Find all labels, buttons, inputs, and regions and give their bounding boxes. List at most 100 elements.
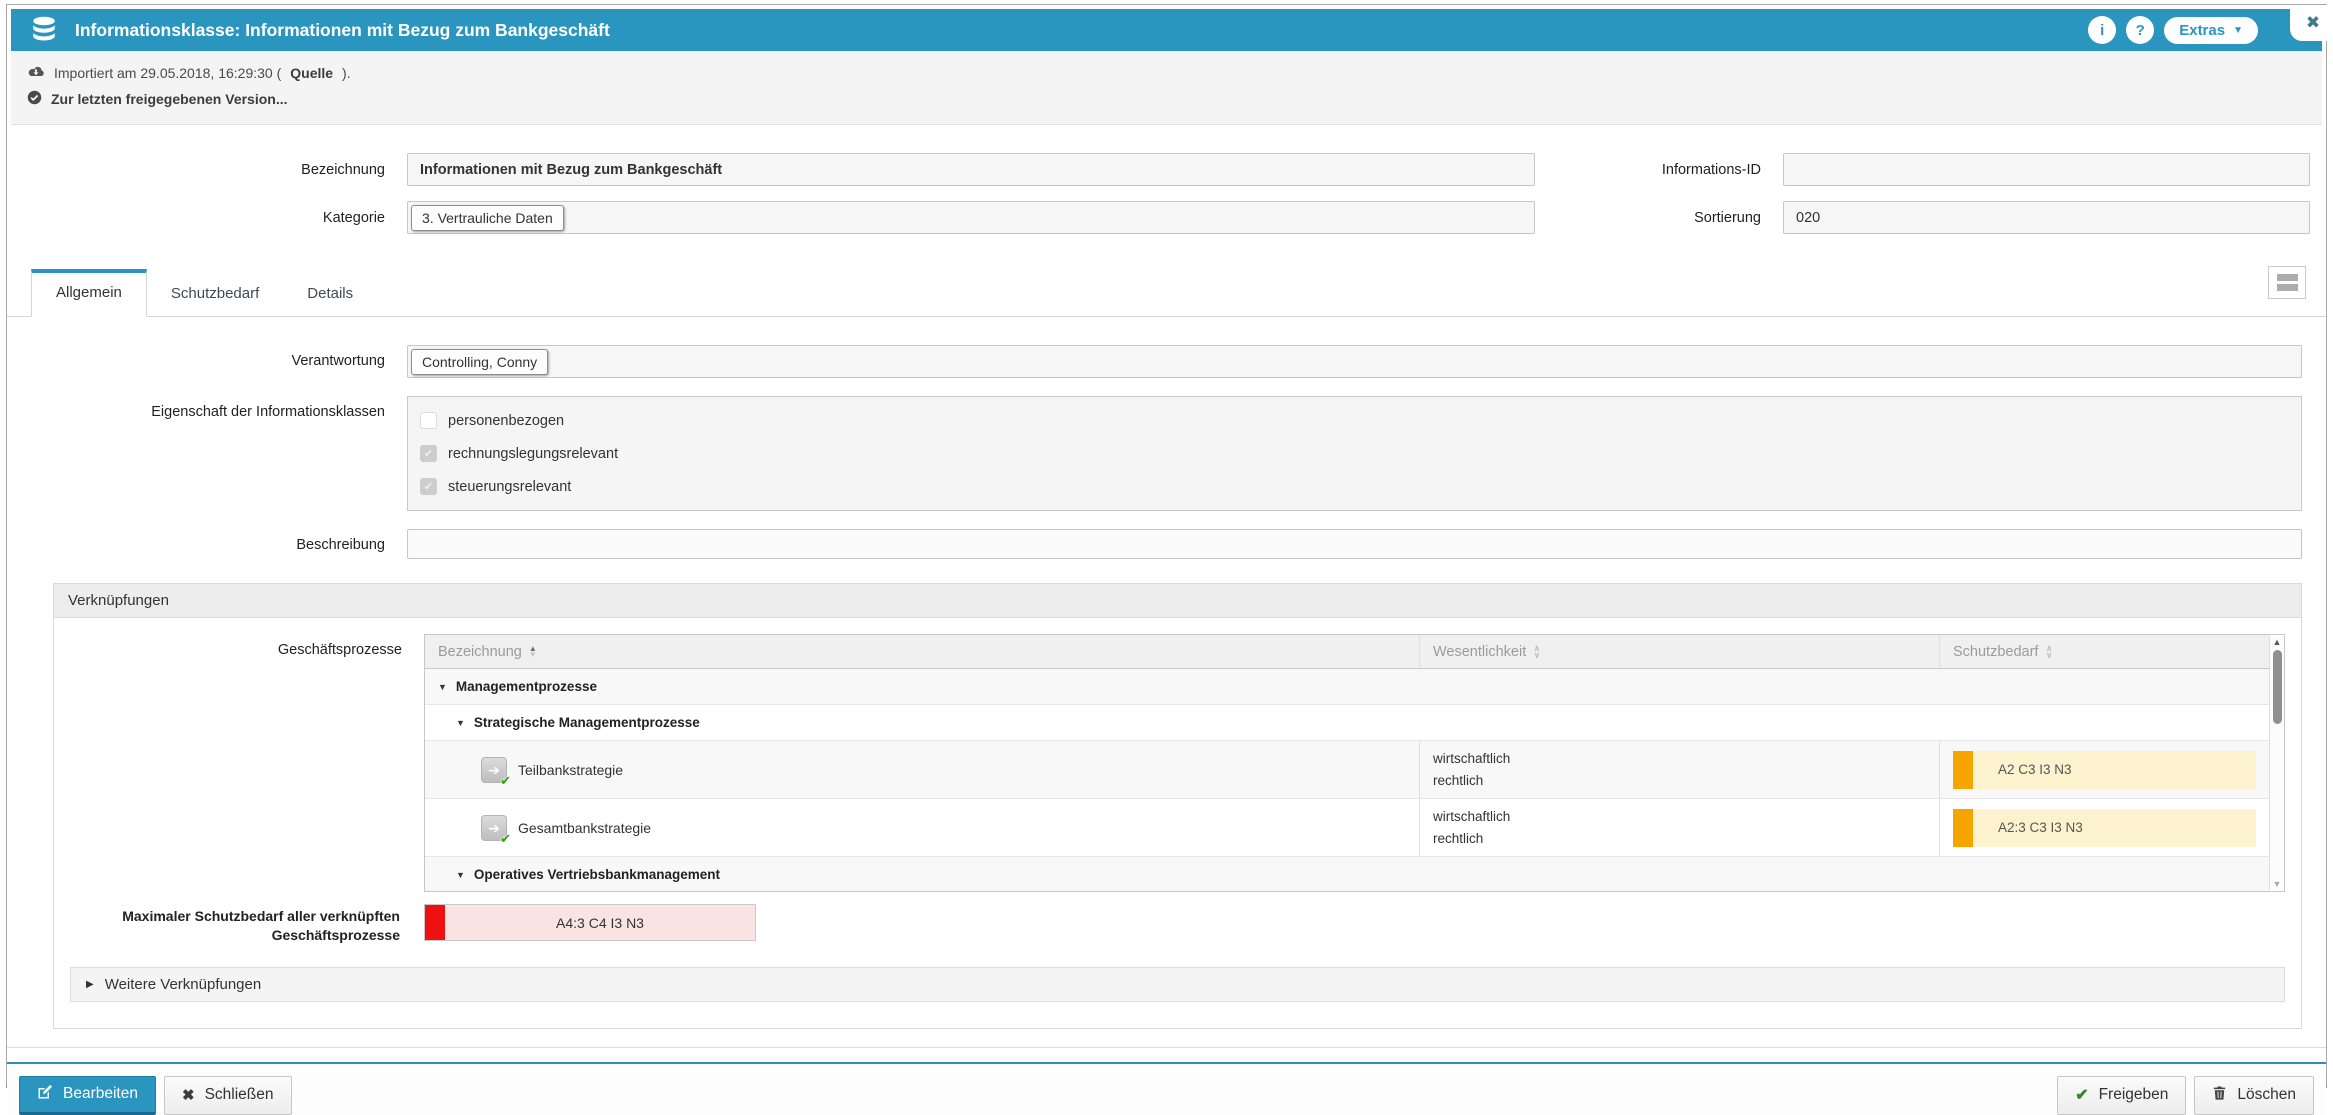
- tree-item-row[interactable]: ➔✔ Gesamtbankstrategie wirtschaftlichrecht…: [425, 799, 2269, 857]
- title-bar: Informationsklasse: Informationen mit Be…: [11, 9, 2322, 51]
- version-link[interactable]: Zur letzten freigegebenen Version...: [51, 91, 288, 107]
- loeschen-button[interactable]: Löschen: [2194, 1076, 2314, 1115]
- cloud-import-icon: [27, 64, 45, 82]
- collapse-caret-icon[interactable]: ▼: [456, 870, 465, 880]
- max-schutzbedarf-value: A4:3 C4 I3 N3: [445, 905, 755, 940]
- beschreibung-label: Beschreibung: [7, 529, 407, 553]
- process-icon: ➔✔: [481, 815, 507, 841]
- kategorie-chip[interactable]: 3. Vertrauliche Daten: [411, 205, 564, 231]
- tree-group-row[interactable]: ▼ Managementprozesse: [425, 669, 2269, 705]
- verknuepfungen-panel: Verknüpfungen Geschäftsprozesse Bezeichn…: [53, 583, 2302, 1029]
- arrow-right-icon: ➔: [488, 821, 500, 835]
- process-table: Bezeichnung ▲▼ Wesentlichkeit ∧∨ Schutzb…: [424, 634, 2285, 892]
- collapse-caret-icon[interactable]: ▼: [456, 718, 465, 728]
- view-toggle-button[interactable]: [2268, 266, 2306, 299]
- verantwortung-label: Verantwortung: [7, 345, 407, 369]
- edit-icon: [37, 1084, 53, 1105]
- checkbox-label: steuerungsrelevant: [448, 479, 571, 495]
- tab-bar: Allgemein Schutzbedarf Details: [7, 262, 2326, 317]
- column-header-bezeichnung[interactable]: Bezeichnung ▲▼: [425, 635, 1419, 668]
- collapse-caret-icon[interactable]: ▼: [438, 682, 447, 692]
- check-icon: ✔: [2075, 1085, 2088, 1105]
- bezeichnung-field[interactable]: Informationen mit Bezug zum Bankgeschäft: [407, 153, 1535, 186]
- collapsed-caret-icon: ▶: [86, 979, 94, 990]
- checkbox[interactable]: [420, 412, 437, 429]
- checkbox-option[interactable]: ✔ rechnungslegungsrelevant: [420, 437, 2289, 470]
- tab-details[interactable]: Details: [283, 271, 377, 316]
- geschaeftsprozesse-label: Geschäftsprozesse: [70, 634, 424, 892]
- tab-allgemein[interactable]: Allgemein: [31, 269, 147, 317]
- version-link-line: Zur letzten freigegebenen Version...: [27, 86, 2306, 112]
- wesentlichkeit-cell: wirtschaftlichrechtlich: [1419, 741, 1939, 798]
- checkbox-option[interactable]: ✔ steuerungsrelevant: [420, 470, 2289, 503]
- kategorie-label: Kategorie: [7, 210, 407, 226]
- severity-level-block: [425, 905, 445, 940]
- info-button[interactable]: i: [2088, 16, 2116, 44]
- approved-check-icon: ✔: [500, 773, 511, 789]
- freigeben-button[interactable]: ✔ Freigeben: [2057, 1076, 2186, 1115]
- max-schutzbedarf-badge: A4:3 C4 I3 N3: [424, 904, 756, 941]
- column-header-wesentlichkeit[interactable]: Wesentlichkeit ∧∨: [1419, 635, 1939, 668]
- sortierung-label: Sortierung: [1535, 210, 1783, 226]
- sortierung-field[interactable]: 020: [1783, 201, 2310, 234]
- process-table-rows: ▼ Managementprozesse ▼ Strategische Managem…: [425, 669, 2269, 892]
- process-label[interactable]: Gesamtbankstrategie: [518, 820, 651, 836]
- process-icon: ➔✔: [481, 757, 507, 783]
- verantwortung-field[interactable]: Controlling, Conny: [407, 345, 2302, 378]
- bearbeiten-button[interactable]: Bearbeiten: [19, 1076, 156, 1115]
- check-circle-icon: [27, 90, 42, 108]
- action-bar: Bearbeiten ✖ Schließen ✔ Freigeben Lösch…: [7, 1062, 2326, 1115]
- schutzbedarf-cell: A2 C3 I3 N3: [1939, 741, 2269, 798]
- header-form: Bezeichnung Informationen mit Bezug zum …: [7, 125, 2326, 240]
- severity-level-block: [1953, 751, 1973, 789]
- weitere-verknuepfungen-toggle[interactable]: ▶ Weitere Verknüpfungen: [70, 967, 2285, 1002]
- column-header-schutzbedarf[interactable]: Schutzbedarf ∧∨: [1939, 635, 2269, 668]
- informations-id-label: Informations-ID: [1535, 162, 1783, 178]
- schutzbedarf-badge: A2 C3 I3 N3: [1953, 751, 2256, 789]
- arrow-right-icon: ➔: [488, 763, 500, 777]
- sort-icons: ∧∨: [2045, 645, 2052, 659]
- max-schutzbedarf-label: Maximaler Schutzbedarf aller verknüpften…: [70, 904, 424, 945]
- approved-check-icon: ✔: [500, 831, 511, 847]
- schliessen-button[interactable]: ✖ Schließen: [164, 1076, 292, 1115]
- tab-panel-allgemein: Verantwortung Controlling, Conny Eigensc…: [7, 317, 2326, 1048]
- scroll-down-icon[interactable]: ▼: [2270, 879, 2284, 889]
- schutzbedarf-badge: A2:3 C3 I3 N3: [1953, 809, 2256, 847]
- checkbox[interactable]: ✔: [420, 445, 437, 462]
- group-label: Strategische Managementprozesse: [474, 715, 700, 730]
- database-icon: [29, 15, 59, 45]
- kategorie-field[interactable]: 3. Vertrauliche Daten: [407, 201, 1535, 234]
- tree-item-row[interactable]: ➔✔ Teilbankstrategie wirtschaftlichrechtli…: [425, 741, 2269, 799]
- severity-level-block: [1953, 809, 1973, 847]
- verknuepfungen-header: Verknüpfungen: [54, 584, 2301, 618]
- tab-schutzbedarf[interactable]: Schutzbedarf: [147, 271, 283, 316]
- checkbox-option[interactable]: personenbezogen: [420, 404, 2289, 437]
- scroll-up-icon[interactable]: ▲: [2270, 637, 2284, 647]
- group-label: Operatives Vertriebsbankmanagement: [474, 867, 720, 882]
- bezeichnung-label: Bezeichnung: [7, 162, 407, 178]
- quelle-link[interactable]: Quelle: [290, 65, 333, 81]
- checkbox[interactable]: ✔: [420, 478, 437, 495]
- wesentlichkeit-cell: wirtschaftlichrechtlich: [1419, 799, 1939, 856]
- tree-group-row[interactable]: ▼ Operatives Vertriebsbankmanagement: [425, 857, 2269, 892]
- help-button[interactable]: ?: [2126, 16, 2154, 44]
- checkbox-label: rechnungslegungsrelevant: [448, 446, 618, 462]
- scrollbar-thumb[interactable]: [2273, 650, 2282, 724]
- verantwortung-chip[interactable]: Controlling, Conny: [411, 349, 548, 375]
- meta-bar: Importiert am 29.05.2018, 16:29:30 (Quel…: [11, 51, 2322, 125]
- beschreibung-field[interactable]: [407, 529, 2302, 559]
- process-table-header: Bezeichnung ▲▼ Wesentlichkeit ∧∨ Schutzb…: [425, 635, 2269, 669]
- page-title: Informationsklasse: Informationen mit Be…: [75, 20, 610, 41]
- process-label[interactable]: Teilbankstrategie: [518, 762, 623, 778]
- extras-button[interactable]: Extras▼: [2164, 17, 2258, 44]
- tree-group-row[interactable]: ▼ Strategische Managementprozesse: [425, 705, 2269, 741]
- group-label: Managementprozesse: [456, 679, 597, 694]
- table-scrollbar[interactable]: ▲ ▼: [2269, 636, 2284, 890]
- x-icon: ✖: [182, 1086, 195, 1104]
- schutzbedarf-cell: A2:3 C3 I3 N3: [1939, 799, 2269, 856]
- app-window: Informationsklasse: Informationen mit Be…: [6, 4, 2327, 1088]
- close-icon[interactable]: ✖: [2290, 5, 2333, 41]
- sort-asc-icon: ▲▼: [529, 646, 537, 658]
- import-info: Importiert am 29.05.2018, 16:29:30 (Quel…: [27, 60, 2306, 86]
- informations-id-field[interactable]: [1783, 153, 2310, 186]
